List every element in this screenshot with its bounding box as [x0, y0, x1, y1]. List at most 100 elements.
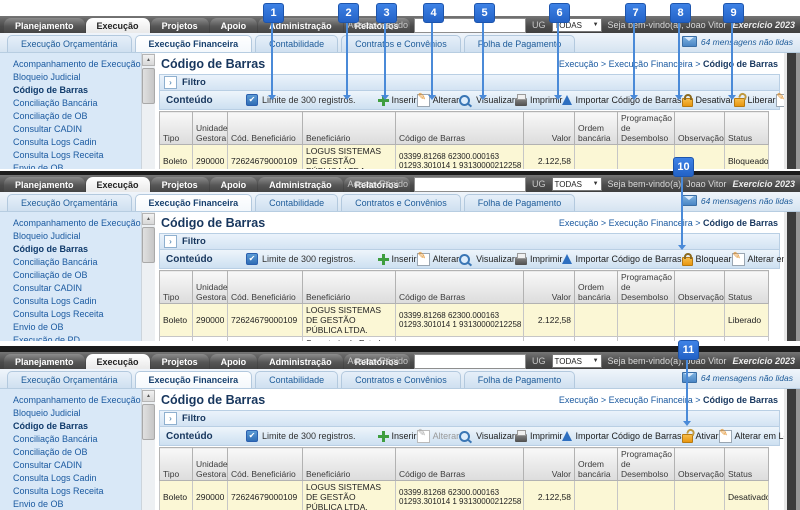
menu-tab-execução[interactable]: Execução — [86, 354, 150, 369]
toolbar-button-inserir[interactable]: Inserir — [378, 431, 417, 442]
scrollbar-thumb[interactable] — [142, 227, 155, 263]
toolbar-button-bloquear[interactable]: Bloquear — [682, 252, 732, 266]
menu-tab-projetos[interactable]: Projetos — [151, 18, 209, 33]
sidebar-scrollbar[interactable]: ▲ — [141, 389, 155, 510]
tab-folha-de-pagamento[interactable]: Folha de Pagamento — [464, 194, 576, 211]
breadcrumb-segment[interactable]: Execução Financeira — [609, 59, 693, 69]
sidebar-item-consultar-cadin[interactable]: Consultar CADIN — [0, 459, 141, 472]
sidebar-item-consulta-logs-receita[interactable]: Consulta Logs Receita — [0, 149, 141, 162]
expand-chevron-icon[interactable]: › — [164, 76, 177, 89]
toolbar-button-visualizar[interactable]: Visualizar — [459, 254, 515, 265]
table-row[interactable]: Fatura99000076416890000189Secretaria de … — [160, 337, 769, 342]
toolbar-button-visualizar[interactable]: Visualizar — [459, 431, 515, 442]
menu-tab-execução[interactable]: Execução — [86, 177, 150, 192]
limite-checkbox[interactable]: ✔ — [246, 430, 258, 442]
limite-checkbox[interactable]: ✔ — [246, 94, 258, 106]
tab-contratos-e-convênios[interactable]: Contratos e Convênios — [341, 194, 461, 211]
toolbar-button-alterar[interactable]: Alterar — [417, 94, 460, 107]
toolbar-button-importar-codigo-de-barras[interactable]: Importar Código de Barras — [562, 254, 681, 264]
sidebar-item-consulta-logs-receita[interactable]: Consulta Logs Receita — [0, 308, 141, 321]
breadcrumb-segment[interactable]: Execução — [559, 59, 599, 69]
tab-execução-orçamentária[interactable]: Execução Orçamentária — [7, 371, 132, 388]
sidebar-item-consultar-cadin[interactable]: Consultar CADIN — [0, 282, 141, 295]
menu-tab-planejamento[interactable]: Planejamento — [4, 18, 85, 33]
tab-contabilidade[interactable]: Contabilidade — [255, 371, 338, 388]
toolbar-button-visualizar[interactable]: Visualizar — [459, 95, 515, 106]
breadcrumb-segment[interactable]: Código de Barras — [703, 395, 778, 405]
scroll-up-icon[interactable]: ▲ — [142, 390, 155, 402]
scrollbar-thumb[interactable] — [142, 404, 155, 440]
toolbar-button-imprimir[interactable]: Imprimir — [515, 431, 563, 442]
sidebar-item-código-de-barras[interactable]: Código de Barras — [0, 84, 141, 97]
menu-tab-planejamento[interactable]: Planejamento — [4, 354, 85, 369]
sidebar-item-execução-de-pd[interactable]: Execução de PD — [0, 334, 141, 341]
tab-folha-de-pagamento[interactable]: Folha de Pagamento — [464, 371, 576, 388]
menu-tab-apoio[interactable]: Apoio — [210, 18, 258, 33]
tab-execução-financeira[interactable]: Execução Financeira — [135, 371, 253, 388]
menu-tab-administração[interactable]: Administração — [258, 177, 343, 192]
menu-tab-administração[interactable]: Administração — [258, 354, 343, 369]
tab-execução-financeira[interactable]: Execução Financeira — [135, 35, 253, 52]
breadcrumb-segment[interactable]: Execução — [559, 395, 599, 405]
menu-tab-apoio[interactable]: Apoio — [210, 177, 258, 192]
sidebar-item-conciliação-bancária[interactable]: Conciliação Bancária — [0, 256, 141, 269]
sidebar-item-código-de-barras[interactable]: Código de Barras — [0, 420, 141, 433]
toolbar-button-inserir[interactable]: Inserir — [378, 254, 417, 265]
sidebar-item-conciliação-bancária[interactable]: Conciliação Bancária — [0, 433, 141, 446]
sidebar-item-consulta-logs-cadin[interactable]: Consulta Logs Cadin — [0, 472, 141, 485]
tab-contabilidade[interactable]: Contabilidade — [255, 194, 338, 211]
tab-contabilidade[interactable]: Contabilidade — [255, 35, 338, 52]
ug-select[interactable]: TODAS▼ — [552, 177, 602, 191]
menu-tab-projetos[interactable]: Projetos — [151, 354, 209, 369]
menu-tab-projetos[interactable]: Projetos — [151, 177, 209, 192]
breadcrumb-segment[interactable]: Código de Barras — [703, 218, 778, 228]
tab-execução-orçamentária[interactable]: Execução Orçamentária — [7, 194, 132, 211]
menu-tab-planejamento[interactable]: Planejamento — [4, 177, 85, 192]
toolbar-button-importar-codigo-de-barras[interactable]: Importar Código de Barras — [562, 95, 681, 105]
sidebar-item-envio-de-ob[interactable]: Envio de OB — [0, 321, 141, 334]
unread-messages[interactable]: 64 mensagens não lidas — [682, 36, 793, 47]
toolbar-button-ativar[interactable]: Ativar — [682, 429, 719, 443]
tab-contratos-e-convênios[interactable]: Contratos e Convênios — [341, 371, 461, 388]
sidebar-item-acompanhamento-de-execução-de-pd[interactable]: Acompanhamento de Execução de PD — [0, 217, 141, 230]
breadcrumb-segment[interactable]: Código de Barras — [703, 59, 778, 69]
sidebar-item-consultar-cadin[interactable]: Consultar CADIN — [0, 123, 141, 136]
menu-tab-execução[interactable]: Execução — [86, 18, 150, 33]
sidebar-item-conciliação-bancária[interactable]: Conciliação Bancária — [0, 97, 141, 110]
sidebar-item-envio-de-ob[interactable]: Envio de OB — [0, 498, 141, 510]
quick-access-input[interactable] — [414, 177, 526, 192]
unread-messages[interactable]: 64 mensagens não lidas — [682, 372, 793, 383]
toolbar-button-desativar[interactable]: Desativar — [682, 93, 734, 107]
sidebar-item-conciliação-de-ob[interactable]: Conciliação de OB — [0, 446, 141, 459]
scroll-up-icon[interactable]: ▲ — [142, 213, 155, 225]
tab-execução-financeira[interactable]: Execução Financeira — [135, 194, 253, 211]
sidebar-item-bloqueio-judicial[interactable]: Bloqueio Judicial — [0, 407, 141, 420]
breadcrumb-segment[interactable]: Execução — [559, 218, 599, 228]
toolbar-button-imprimir[interactable]: Imprimir — [515, 254, 563, 265]
sidebar-item-conciliação-de-ob[interactable]: Conciliação de OB — [0, 110, 141, 123]
sidebar-item-envio-de-ob[interactable]: Envio de OB — [0, 162, 141, 169]
sidebar-item-código-de-barras[interactable]: Código de Barras — [0, 243, 141, 256]
table-row[interactable]: Boleto29000072624679000109LOGUS SISTEMAS… — [160, 481, 769, 510]
toolbar-button-liberar[interactable]: Liberar — [734, 93, 776, 107]
expand-chevron-icon[interactable]: › — [164, 412, 177, 425]
sidebar-item-consulta-logs-cadin[interactable]: Consulta Logs Cadin — [0, 295, 141, 308]
breadcrumb-segment[interactable]: Execução Financeira — [609, 395, 693, 405]
tab-contratos-e-convênios[interactable]: Contratos e Convênios — [341, 35, 461, 52]
quick-access-input[interactable] — [414, 354, 526, 369]
scrollbar-thumb[interactable] — [142, 68, 155, 104]
sidebar-item-bloqueio-judicial[interactable]: Bloqueio Judicial — [0, 230, 141, 243]
ug-select[interactable]: TODAS▼ — [552, 354, 602, 368]
toolbar-button-alterar[interactable]: Alterar — [417, 253, 460, 266]
sidebar-scrollbar[interactable]: ▲ — [141, 212, 155, 341]
tab-execução-orçamentária[interactable]: Execução Orçamentária — [7, 35, 132, 52]
toolbar-button-importar-codigo-de-barras[interactable]: Importar Código de Barras — [562, 431, 681, 441]
sidebar-item-acompanhamento-de-execução-de-pd[interactable]: Acompanhamento de Execução de PD — [0, 394, 141, 407]
sidebar-item-bloqueio-judicial[interactable]: Bloqueio Judicial — [0, 71, 141, 84]
sidebar-item-consulta-logs-receita[interactable]: Consulta Logs Receita — [0, 485, 141, 498]
sidebar-item-conciliação-de-ob[interactable]: Conciliação de OB — [0, 269, 141, 282]
sidebar-item-consulta-logs-cadin[interactable]: Consulta Logs Cadin — [0, 136, 141, 149]
scroll-up-icon[interactable]: ▲ — [142, 54, 155, 66]
unread-messages[interactable]: 64 mensagens não lidas — [682, 195, 793, 206]
sidebar-scrollbar[interactable]: ▲ — [141, 53, 155, 169]
